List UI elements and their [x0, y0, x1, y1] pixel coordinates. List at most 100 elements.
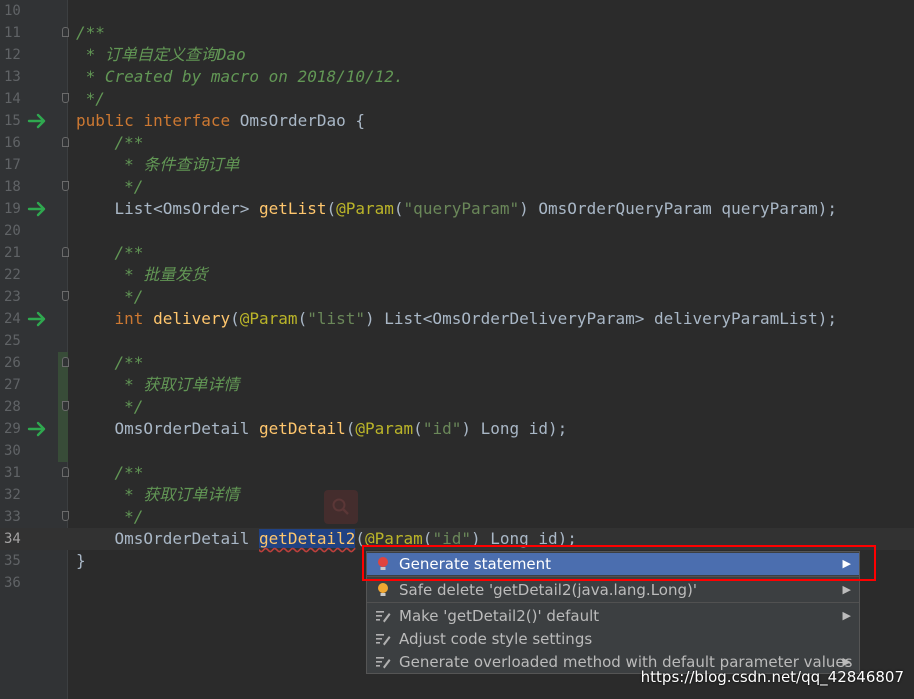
gutter-line-21: 21 [0, 242, 69, 264]
edit-icon [376, 634, 391, 646]
line-number: 13 [4, 69, 21, 85]
code-line-21[interactable]: /** [68, 242, 144, 264]
gutter-line-19: 19 [0, 198, 68, 220]
code-line-19[interactable]: List<OmsOrder> getList(@Param("queryPara… [68, 198, 838, 220]
gutter-line-29: 29 [0, 418, 68, 440]
orange-bulb-icon [378, 583, 388, 596]
search-icon [324, 490, 358, 524]
gutter-line-23: 23 [0, 286, 69, 308]
line-number: 18 [4, 179, 21, 195]
gutter-line-33: 33 [0, 506, 69, 528]
menu-item-label: Adjust code style settings [399, 630, 593, 648]
gutter-line-26: 26 [0, 352, 69, 374]
line-number: 16 [4, 135, 21, 151]
menu-item-label: Make 'getDetail2()' default [399, 607, 600, 625]
gutter-line-12: 12 [0, 44, 68, 66]
gutter-line-25: 25 [0, 330, 68, 352]
code-line-12[interactable]: * 订单自定义查询Dao [68, 44, 246, 66]
line-number: 22 [4, 267, 21, 283]
edit-icon [376, 611, 391, 623]
gutter-line-35: 35 [0, 550, 68, 572]
gutter-line-34: 34 [0, 528, 68, 550]
unresolved-method-name[interactable]: getDetail2 [259, 529, 356, 548]
gutter-line-20: 20 [0, 220, 68, 242]
code-line-18[interactable]: */ [68, 176, 143, 198]
gutter-line-30: 30 [0, 440, 68, 462]
gutter-line-16: 16 [0, 132, 69, 154]
menu-divider [367, 576, 859, 577]
line-number: 34 [4, 531, 21, 547]
menu-item-generate-statement[interactable]: Generate statement ▶ [367, 553, 859, 575]
code-line-11[interactable]: /** [68, 22, 105, 44]
code-line-13[interactable]: * Created by macro on 2018/10/12. [68, 66, 404, 88]
line-number: 28 [4, 399, 21, 415]
code-line-16[interactable]: /** [68, 132, 144, 154]
menu-item-make-default[interactable]: Make 'getDetail2()' default ▶ [367, 605, 859, 627]
gutter-line-24: 24 [0, 308, 68, 330]
line-number: 19 [4, 201, 21, 217]
code-line-29[interactable]: OmsOrderDetail getDetail(@Param("id") Lo… [68, 418, 568, 440]
code-line-27[interactable]: * 获取订单详情 [68, 374, 239, 396]
code-line-24[interactable]: int delivery(@Param("list") List<OmsOrde… [68, 308, 837, 330]
code-line-33[interactable]: */ [68, 506, 143, 528]
code-line-22[interactable]: * 批量发货 [68, 264, 207, 286]
line-number: 26 [4, 355, 21, 371]
gutter-line-27: 27 [0, 374, 68, 396]
code-line-34[interactable]: OmsOrderDetail getDetail2(@Param("id") L… [68, 528, 577, 550]
line-number: 29 [4, 421, 21, 437]
submenu-arrow-icon: ▶ [842, 583, 851, 596]
code-line-32[interactable]: * 获取订单详情 [68, 484, 239, 506]
menu-divider [367, 602, 859, 603]
code-line-14[interactable]: */ [68, 88, 105, 110]
gutter-line-13: 13 [0, 66, 68, 88]
implemented-arrow-icon[interactable] [27, 112, 49, 130]
menu-item-label: Safe delete 'getDetail2(java.lang.Long)' [399, 581, 697, 599]
line-number: 21 [4, 245, 21, 261]
line-number: 36 [4, 575, 21, 591]
code-line-23[interactable]: */ [68, 286, 143, 308]
menu-item-adjust-code-style[interactable]: Adjust code style settings [367, 628, 859, 650]
line-number: 20 [4, 223, 21, 239]
intention-actions-popup: Generate statement ▶ Safe delete 'getDet… [366, 551, 860, 674]
line-number: 24 [4, 311, 21, 327]
line-number: 33 [4, 509, 21, 525]
code-line-26[interactable]: /** [68, 352, 144, 374]
implemented-arrow-icon[interactable] [27, 200, 49, 218]
line-number: 27 [4, 377, 21, 393]
menu-item-safe-delete[interactable]: Safe delete 'getDetail2(java.lang.Long)'… [367, 579, 859, 601]
gutter-line-31: 31 [0, 462, 69, 484]
implemented-arrow-icon[interactable] [27, 310, 49, 328]
gutter-line-15: 15 [0, 110, 68, 132]
gutter-line-36: 36 [0, 572, 68, 594]
line-number: 30 [4, 443, 21, 459]
editor-gutter: 10 11 12 13 14 15 16 17 18 19 20 21 22 2… [0, 0, 98, 699]
line-number: 15 [4, 113, 21, 129]
gutter-line-17: 17 [0, 154, 68, 176]
implemented-arrow-icon[interactable] [27, 420, 49, 438]
line-number: 11 [4, 25, 21, 41]
edit-icon [376, 657, 391, 669]
line-number: 14 [4, 91, 21, 107]
submenu-arrow-icon: ▶ [842, 557, 851, 570]
gutter-line-18: 18 [0, 176, 69, 198]
gutter-line-11: 11 [0, 22, 69, 44]
code-line-15[interactable]: public interface OmsOrderDao { [68, 110, 365, 132]
line-number: 31 [4, 465, 21, 481]
submenu-arrow-icon: ▶ [842, 609, 851, 622]
line-number: 35 [4, 553, 21, 569]
code-line-35[interactable]: } [68, 550, 86, 572]
code-line-31[interactable]: /** [68, 462, 144, 484]
menu-item-label: Generate statement [399, 555, 552, 573]
code-line-28[interactable]: */ [68, 396, 143, 418]
gutter-line-22: 22 [0, 264, 68, 286]
line-number: 17 [4, 157, 21, 173]
red-bulb-icon [378, 557, 388, 570]
gutter-line-28: 28 [0, 396, 69, 418]
line-number: 12 [4, 47, 21, 63]
gutter-line-10: 10 [0, 0, 68, 22]
code-line-17[interactable]: * 条件查询订单 [68, 154, 239, 176]
line-number: 10 [4, 3, 21, 19]
gutter-line-32: 32 [0, 484, 68, 506]
line-number: 32 [4, 487, 21, 503]
line-number: 25 [4, 333, 21, 349]
